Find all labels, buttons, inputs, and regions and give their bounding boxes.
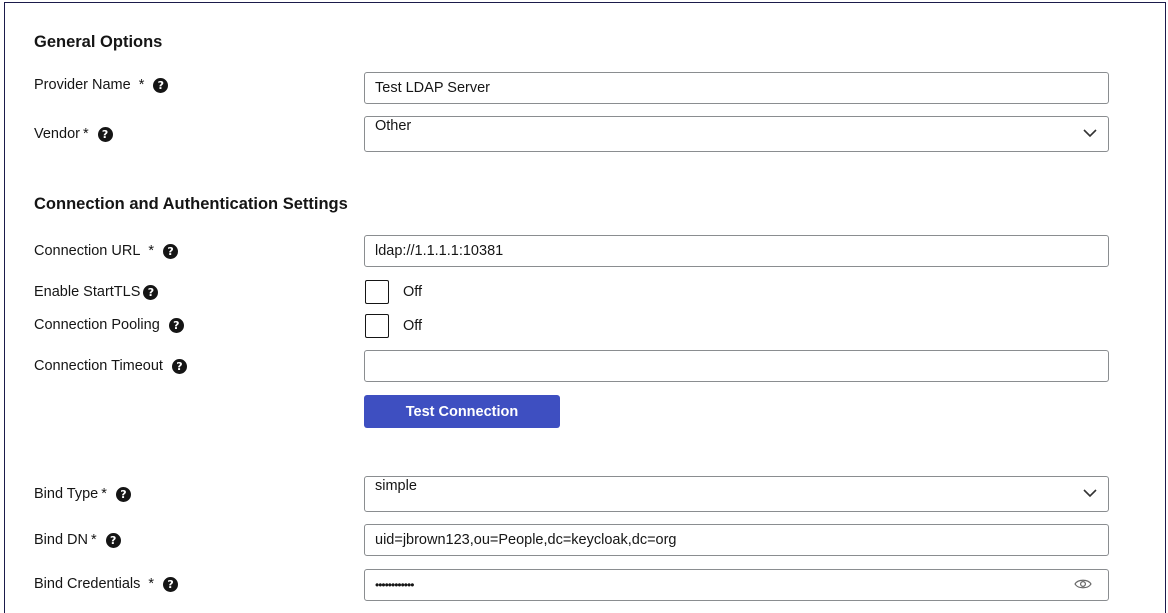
vendor-select[interactable]: Other	[364, 116, 1109, 152]
bind-credentials-input[interactable]: ••••••••••••	[364, 569, 1109, 601]
enable-starttls-label: Enable StartTLS ?	[34, 284, 159, 300]
provider-name-input[interactable]: Test LDAP Server	[364, 72, 1109, 104]
help-icon[interactable]: ?	[171, 358, 187, 374]
chevron-down-icon	[1083, 129, 1097, 138]
connection-pooling-label: Connection Pooling ?	[34, 317, 184, 333]
starttls-toggle[interactable]: Off	[365, 280, 422, 304]
chevron-down-icon	[1083, 489, 1097, 498]
bind-dn-input[interactable]: uid=jbrown123,ou=People,dc=keycloak,dc=o…	[364, 524, 1109, 556]
pooling-checkbox[interactable]	[365, 314, 389, 338]
help-icon[interactable]: ?	[143, 284, 159, 300]
bind-type-select[interactable]: simple	[364, 476, 1109, 512]
connection-timeout-label: Connection Timeout ?	[34, 358, 187, 374]
help-icon[interactable]: ?	[163, 576, 179, 592]
help-icon[interactable]: ?	[105, 532, 121, 548]
connection-url-input[interactable]: ldap://1.1.1.1:10381	[364, 235, 1109, 267]
section-connection-title: Connection and Authentication Settings	[34, 195, 348, 213]
vendor-label: Vendor * ?	[34, 126, 113, 142]
starttls-checkbox[interactable]	[365, 280, 389, 304]
help-icon[interactable]: ?	[153, 77, 169, 93]
help-icon[interactable]: ?	[163, 243, 179, 259]
provider-name-label: Provider Name * ?	[34, 77, 169, 93]
connection-timeout-input[interactable]	[364, 350, 1109, 382]
help-icon[interactable]: ?	[168, 317, 184, 333]
pooling-toggle[interactable]: Off	[365, 314, 422, 338]
test-connection-button[interactable]: Test Connection	[364, 395, 560, 428]
eye-icon[interactable]	[1074, 578, 1092, 590]
bind-type-label: Bind Type * ?	[34, 486, 131, 502]
pooling-state: Off	[403, 318, 423, 334]
connection-url-label: Connection URL * ?	[34, 243, 179, 259]
bind-credentials-label: Bind Credentials * ?	[34, 576, 179, 592]
starttls-state: Off	[403, 284, 423, 300]
section-general-title: General Options	[34, 33, 163, 51]
bind-dn-label: Bind DN * ?	[34, 532, 121, 548]
help-icon[interactable]: ?	[115, 486, 131, 502]
help-icon[interactable]: ?	[97, 126, 113, 142]
